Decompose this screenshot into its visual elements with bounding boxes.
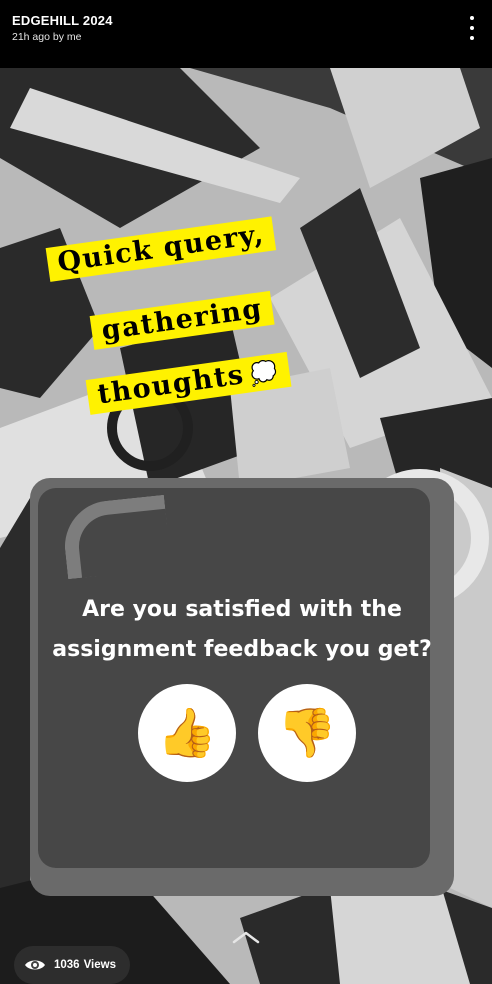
views-button[interactable]: 1036 Views [14,946,130,984]
poll-question: Are you satisfied with the assignment fe… [52,597,432,662]
vote-thumbs-up-button[interactable]: 👍 [138,684,236,782]
story-title: EDGEHILL 2024 [12,13,113,28]
chevron-up-icon[interactable] [232,930,260,944]
views-label: Views [83,959,116,971]
vote-thumbs-down-button[interactable]: 👎 [258,684,356,782]
story-timestamp: 21h ago by me [12,31,82,43]
story-header: EDGEHILL 2024 21h ago by me [0,0,492,68]
poll-card: Are you satisfied with the assignment fe… [30,478,454,896]
thumbs-up-icon: 👍 [157,705,217,761]
eye-icon [25,960,45,970]
thumbs-down-icon: 👎 [277,705,337,761]
views-count: 1036 [54,959,80,971]
more-options-icon[interactable] [464,16,480,40]
